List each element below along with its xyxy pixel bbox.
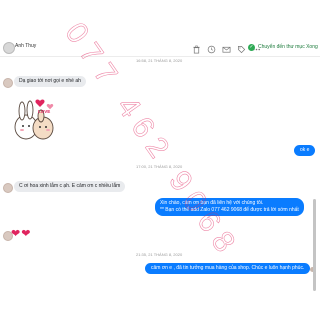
move-to-done-label: Chuyển đến thư mục Xong: [258, 44, 318, 50]
auto-reply-line: Xin chào, cảm ơn bạn đã liên hệ với chún…: [160, 200, 264, 206]
contact-name[interactable]: Anh Thuy: [15, 42, 36, 50]
outgoing-message: cảm ơn e , đã tin tưởng mua hàng của sho…: [145, 263, 311, 274]
contact-avatar-small: [3, 183, 13, 193]
heart-icon: ❤: [11, 228, 21, 240]
heart-reactions: ❤ ❤: [11, 228, 30, 240]
heart-icon: ❤: [21, 228, 31, 240]
scrollbar[interactable]: [313, 199, 316, 291]
contact-avatar-small: [3, 78, 13, 88]
conversation-header: [0, 0, 320, 44]
timestamp: 16:58, 21 THÁNG 8, 2020: [136, 58, 183, 63]
incoming-message: C ơi hoa xinh lắm c ạh. E cảm ơn c nhiều…: [14, 181, 126, 192]
move-to-done-button[interactable]: ✓ Chuyển đến thư mục Xong: [248, 43, 318, 51]
sticker-label: LOVE: [38, 109, 50, 114]
outgoing-message: ok e: [294, 145, 316, 156]
contact-avatar[interactable]: [3, 42, 15, 54]
timestamp: 17:00, 21 THÁNG 8, 2020: [136, 164, 183, 169]
outgoing-auto-reply: Xin chào, cảm ơn bạn đã liên hệ với chún…: [155, 198, 304, 216]
header-divider: [0, 56, 320, 57]
clock-icon[interactable]: [207, 45, 216, 54]
tag-icon[interactable]: [237, 45, 246, 54]
love-sticker: LOVE: [10, 95, 58, 145]
incoming-message: Dạ giao tới nơi gọi e nhé ah: [14, 76, 86, 87]
trash-icon[interactable]: [192, 45, 201, 54]
timestamp: 21:35, 21 THÁNG 8, 2020: [136, 252, 183, 257]
check-icon: ✓: [248, 43, 255, 51]
mail-icon[interactable]: [222, 45, 231, 54]
auto-reply-line: ** Bạn có thể add Zalo 077 462 9068 để đ…: [160, 207, 299, 213]
